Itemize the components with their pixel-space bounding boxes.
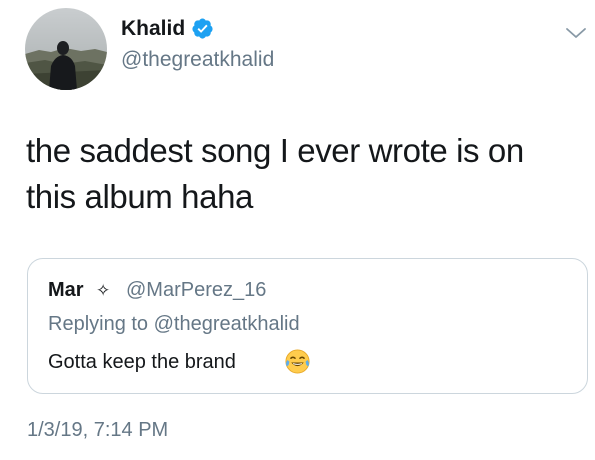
quoted-text: Gotta keep the brand xyxy=(48,351,236,373)
quoted-handle: @MarPerez_16 xyxy=(126,279,267,301)
display-name[interactable]: Khalid xyxy=(121,16,185,42)
face-with-tears-of-joy-icon xyxy=(285,349,310,374)
chevron-down-icon[interactable] xyxy=(564,24,588,42)
replying-to: Replying to @thegreatkhalid xyxy=(48,312,300,336)
replying-handle-link[interactable]: @thegreatkhalid xyxy=(154,313,300,335)
handle[interactable]: @thegreatkhalid xyxy=(121,47,274,73)
timestamp[interactable]: 1/3/19, 7:14 PM xyxy=(27,418,168,442)
quoted-tweet[interactable]: Mar ✧ @MarPerez_16 Replying to @thegreat… xyxy=(27,258,588,394)
replying-prefix: Replying to xyxy=(48,313,154,335)
tweet-text: the saddest song I ever wrote is on this… xyxy=(26,132,524,215)
quoted-display-name: Mar xyxy=(48,279,84,301)
verified-badge-icon xyxy=(192,18,213,39)
avatar[interactable] xyxy=(25,8,107,90)
sparkle-icon: ✧ xyxy=(96,281,111,300)
